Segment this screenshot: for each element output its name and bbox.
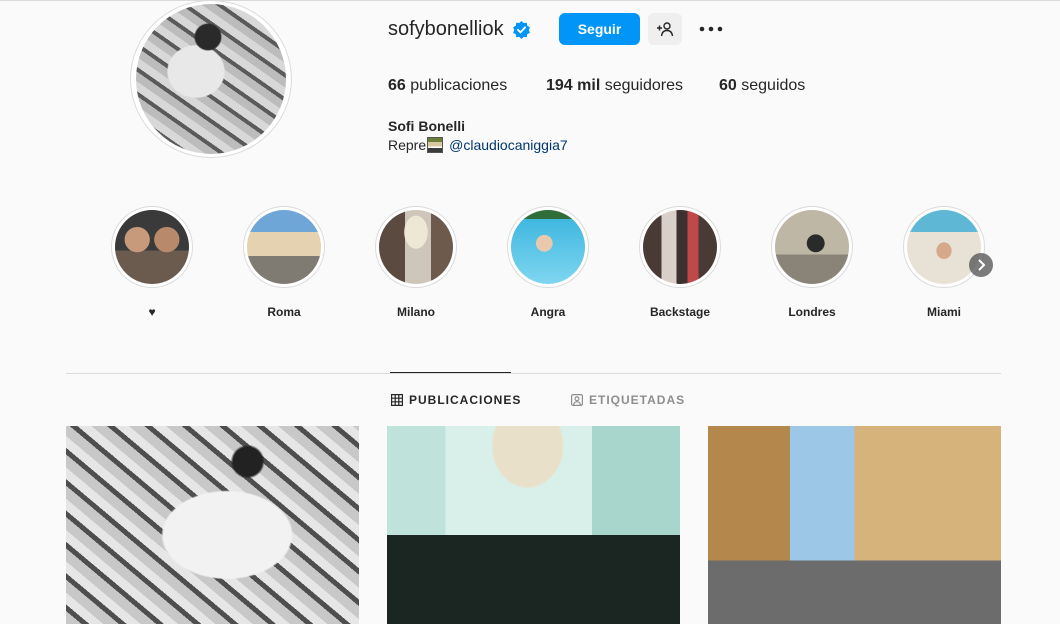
highlight-cover: [115, 210, 189, 284]
profile-full-name: Sofi Bonelli: [388, 118, 465, 134]
following-count: 60: [719, 77, 737, 94]
highlight-roma[interactable]: Roma: [242, 206, 326, 319]
chevron-right-icon: [978, 259, 986, 271]
highlight-label: Angra: [530, 305, 566, 319]
top-border: [0, 0, 1060, 1]
post-thumbnail[interactable]: [66, 426, 359, 624]
following-label: seguidos: [741, 77, 806, 94]
followers-label: seguidores: [604, 77, 683, 94]
highlight-ring: [639, 206, 721, 288]
highlight-londres[interactable]: Londres: [770, 206, 854, 319]
highlight-backstage[interactable]: Backstage: [638, 206, 722, 319]
more-options-button[interactable]: [698, 17, 724, 41]
bio-text: Repre: [388, 137, 427, 153]
tab-posts-label: PUBLICACIONES: [409, 393, 522, 407]
followers-count: 194 mil: [546, 77, 601, 94]
verified-badge-icon: [513, 20, 530, 39]
highlight-label: Roma: [267, 305, 301, 319]
tab-tagged[interactable]: ETIQUETADAS: [571, 393, 685, 407]
add-person-icon: [657, 22, 674, 37]
highlight-cover: [511, 210, 585, 284]
posts-label: publicaciones: [410, 77, 508, 94]
followers-stat[interactable]: 194 mil seguidores: [546, 77, 683, 95]
highlight-milano[interactable]: Milano: [374, 206, 458, 319]
highlight-label: Milano: [397, 305, 435, 319]
active-tab-indicator: [390, 372, 511, 373]
grid-icon: [391, 394, 403, 406]
highlight-ring: [903, 206, 985, 288]
highlight-cover: [907, 210, 981, 284]
highlight-cover: [775, 210, 849, 284]
highlight-cover: [643, 210, 717, 284]
bio-emoji-icon: [427, 137, 444, 153]
highlight-label: Miami: [926, 305, 961, 319]
highlight-label: ♥: [148, 305, 156, 319]
posts-count: 66: [388, 77, 406, 94]
post-thumbnail[interactable]: [708, 426, 1001, 624]
highlight-label: Backstage: [649, 305, 711, 319]
avatar-image: [136, 4, 286, 154]
highlight-label: Londres: [788, 305, 836, 319]
posts-stat: 66 publicaciones: [388, 77, 507, 95]
tab-posts[interactable]: PUBLICACIONES: [391, 393, 521, 407]
highlight-ring: [243, 206, 325, 288]
highlight-angra[interactable]: Angra: [506, 206, 590, 319]
profile-avatar[interactable]: [130, 0, 292, 158]
profile-username: sofybonelliok: [388, 18, 504, 40]
highlight-ring: [375, 206, 457, 288]
following-stat[interactable]: 60 seguidos: [719, 77, 805, 95]
follow-button[interactable]: Seguir: [559, 13, 640, 45]
bio-mention-link[interactable]: @claudiocaniggia7: [449, 137, 568, 153]
tabs-divider: [66, 373, 1001, 374]
highlights-next-button[interactable]: [969, 253, 993, 277]
profile-bio: Repre @claudiocaniggia7: [388, 137, 568, 153]
highlight-ring: [507, 206, 589, 288]
highlight-heart[interactable]: ♥: [110, 206, 194, 319]
more-dots-icon: [699, 26, 723, 32]
highlight-ring: [111, 206, 193, 288]
highlight-ring: [771, 206, 853, 288]
highlight-cover: [379, 210, 453, 284]
post-thumbnail[interactable]: [387, 426, 680, 624]
tab-tagged-label: ETIQUETADAS: [589, 393, 686, 407]
highlight-cover: [247, 210, 321, 284]
tagged-icon: [571, 394, 583, 406]
suggest-similar-button[interactable]: [648, 13, 682, 45]
